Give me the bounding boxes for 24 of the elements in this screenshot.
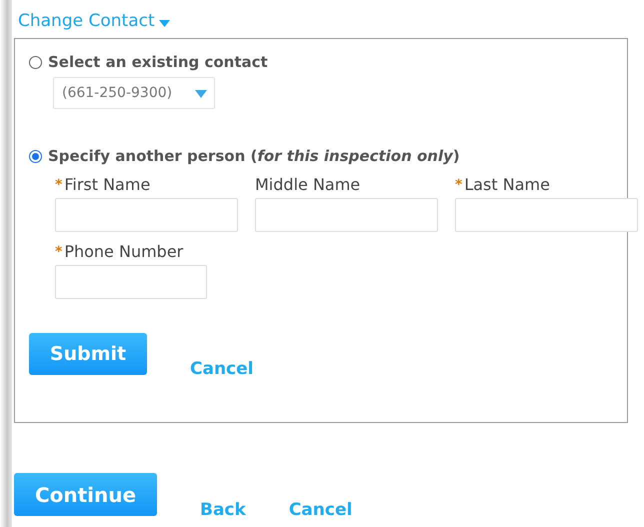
field-label: Middle Name	[255, 175, 362, 194]
continue-button[interactable]: Continue	[14, 473, 157, 516]
cancel-link[interactable]: Cancel	[190, 359, 254, 379]
contact-dropdown[interactable]: (661-250-9300)	[53, 77, 215, 109]
option-label: Specify another person (for this inspection only)	[48, 147, 460, 165]
field-label: *Phone Number	[55, 242, 184, 261]
field-label: *Last Name	[455, 175, 551, 194]
change-contact-link[interactable]: Change Contact	[18, 8, 170, 34]
radio-button[interactable]	[29, 150, 42, 162]
required-mark: *	[55, 176, 62, 192]
text-input[interactable]	[55, 198, 238, 232]
field-label: *First Name	[55, 175, 152, 194]
text-input[interactable]	[455, 198, 638, 232]
required-mark: *	[55, 244, 62, 260]
dropdown-caret-icon	[195, 90, 207, 98]
text-input[interactable]	[255, 198, 438, 232]
text-input[interactable]	[55, 265, 207, 299]
caret-icon	[158, 20, 170, 26]
submit-button[interactable]: Submit	[29, 333, 147, 375]
radio-button[interactable]	[29, 56, 42, 68]
option-label: Select an existing contact	[48, 53, 268, 71]
back-link[interactable]: Back	[200, 500, 246, 520]
cancel-link[interactable]: Cancel	[288, 500, 352, 520]
required-mark: *	[455, 176, 462, 192]
